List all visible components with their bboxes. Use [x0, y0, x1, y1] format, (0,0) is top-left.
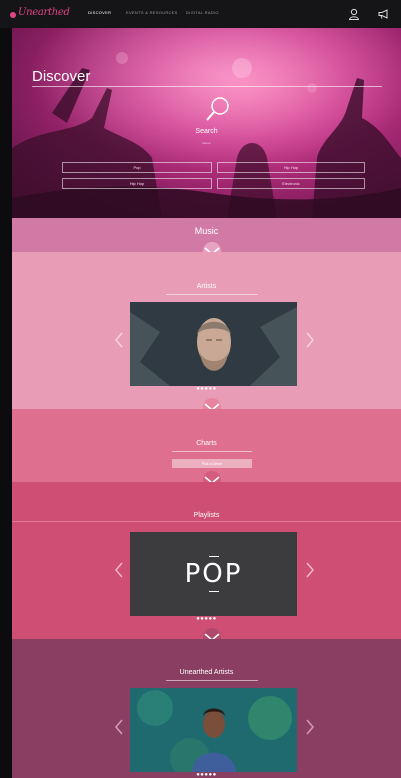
artist-card-image[interactable] — [130, 302, 297, 386]
logo-text: Unearthed — [18, 7, 70, 18]
chevron-right-icon[interactable] — [305, 719, 315, 735]
chevron-left-icon[interactable] — [114, 719, 124, 735]
carousel-dots[interactable]: ●●●●● — [12, 616, 401, 622]
page: Unearthed DISCOVER EVENTS & RESOURCES DI… — [0, 0, 401, 778]
section-divider — [12, 521, 401, 522]
section-artists: Artists ●●●●● — [12, 252, 401, 416]
section-title-charts: Charts — [196, 440, 217, 447]
page-title: Discover — [32, 68, 91, 85]
genre-field-electronic[interactable]: Electronic — [217, 178, 365, 189]
hero-discover: Discover Search Genre Pop Hip Hop Hip Ho… — [12, 28, 401, 218]
search-label[interactable]: Search — [12, 128, 401, 135]
pop-bottom-bar — [208, 591, 219, 592]
megaphone-icon[interactable] — [378, 8, 390, 20]
title-underline — [166, 294, 258, 295]
section-playlists: Playlists POP ●●●●● — [12, 482, 401, 646]
hero-divider — [32, 86, 382, 87]
chevron-left-icon[interactable] — [114, 562, 124, 578]
section-charts: Charts Pick a Genre — [12, 409, 401, 489]
top-nav: Unearthed DISCOVER EVENTS & RESOURCES DI… — [0, 0, 401, 28]
title-underline — [172, 451, 252, 452]
nav-link-events-resources[interactable]: EVENTS & RESOURCES — [126, 10, 178, 15]
playlist-card-title: POP — [184, 559, 243, 589]
carousel-dots[interactable]: ●●●●● — [12, 772, 401, 778]
section-title-music: Music — [194, 226, 219, 236]
logo-dot — [10, 12, 16, 18]
user-icon[interactable] — [348, 8, 360, 20]
nav-link-digital-radio[interactable]: DIGITAL RADIO — [186, 10, 219, 15]
section-music: Music — [12, 218, 401, 260]
artist-photo — [130, 302, 297, 386]
section-title-playlists: Playlists — [193, 512, 220, 519]
chevron-right-icon[interactable] — [305, 562, 315, 578]
chevron-right-icon[interactable] — [305, 332, 315, 348]
crowd-background-image — [12, 28, 401, 218]
playlist-card[interactable]: POP — [130, 532, 297, 616]
section-unearthed-artists: Unearthed Artists ●●●●● — [12, 639, 401, 778]
unearthed-artist-photo — [130, 688, 297, 772]
pick-genre-dropdown[interactable]: Pick a Genre — [172, 459, 252, 468]
unearthed-artist-card[interactable] — [130, 688, 297, 772]
genre-field-hip-hop-left[interactable]: Hip Hop — [62, 178, 212, 189]
search-sublabel: Genre — [202, 141, 211, 145]
chevron-left-icon[interactable] — [114, 332, 124, 348]
genre-field-hip-hop-right[interactable]: Hip Hop — [217, 162, 365, 173]
title-underline — [166, 680, 258, 681]
search-icon[interactable] — [205, 96, 231, 122]
pop-top-bar — [208, 556, 219, 557]
section-title-unearthed-artists: Unearthed Artists — [179, 669, 234, 676]
section-title-artists: Artists — [196, 283, 217, 290]
logo[interactable]: Unearthed — [10, 6, 70, 22]
nav-link-discover[interactable]: DISCOVER — [88, 10, 111, 15]
genre-field-pop[interactable]: Pop — [62, 162, 212, 173]
carousel-dots[interactable]: ●●●●● — [12, 386, 401, 392]
